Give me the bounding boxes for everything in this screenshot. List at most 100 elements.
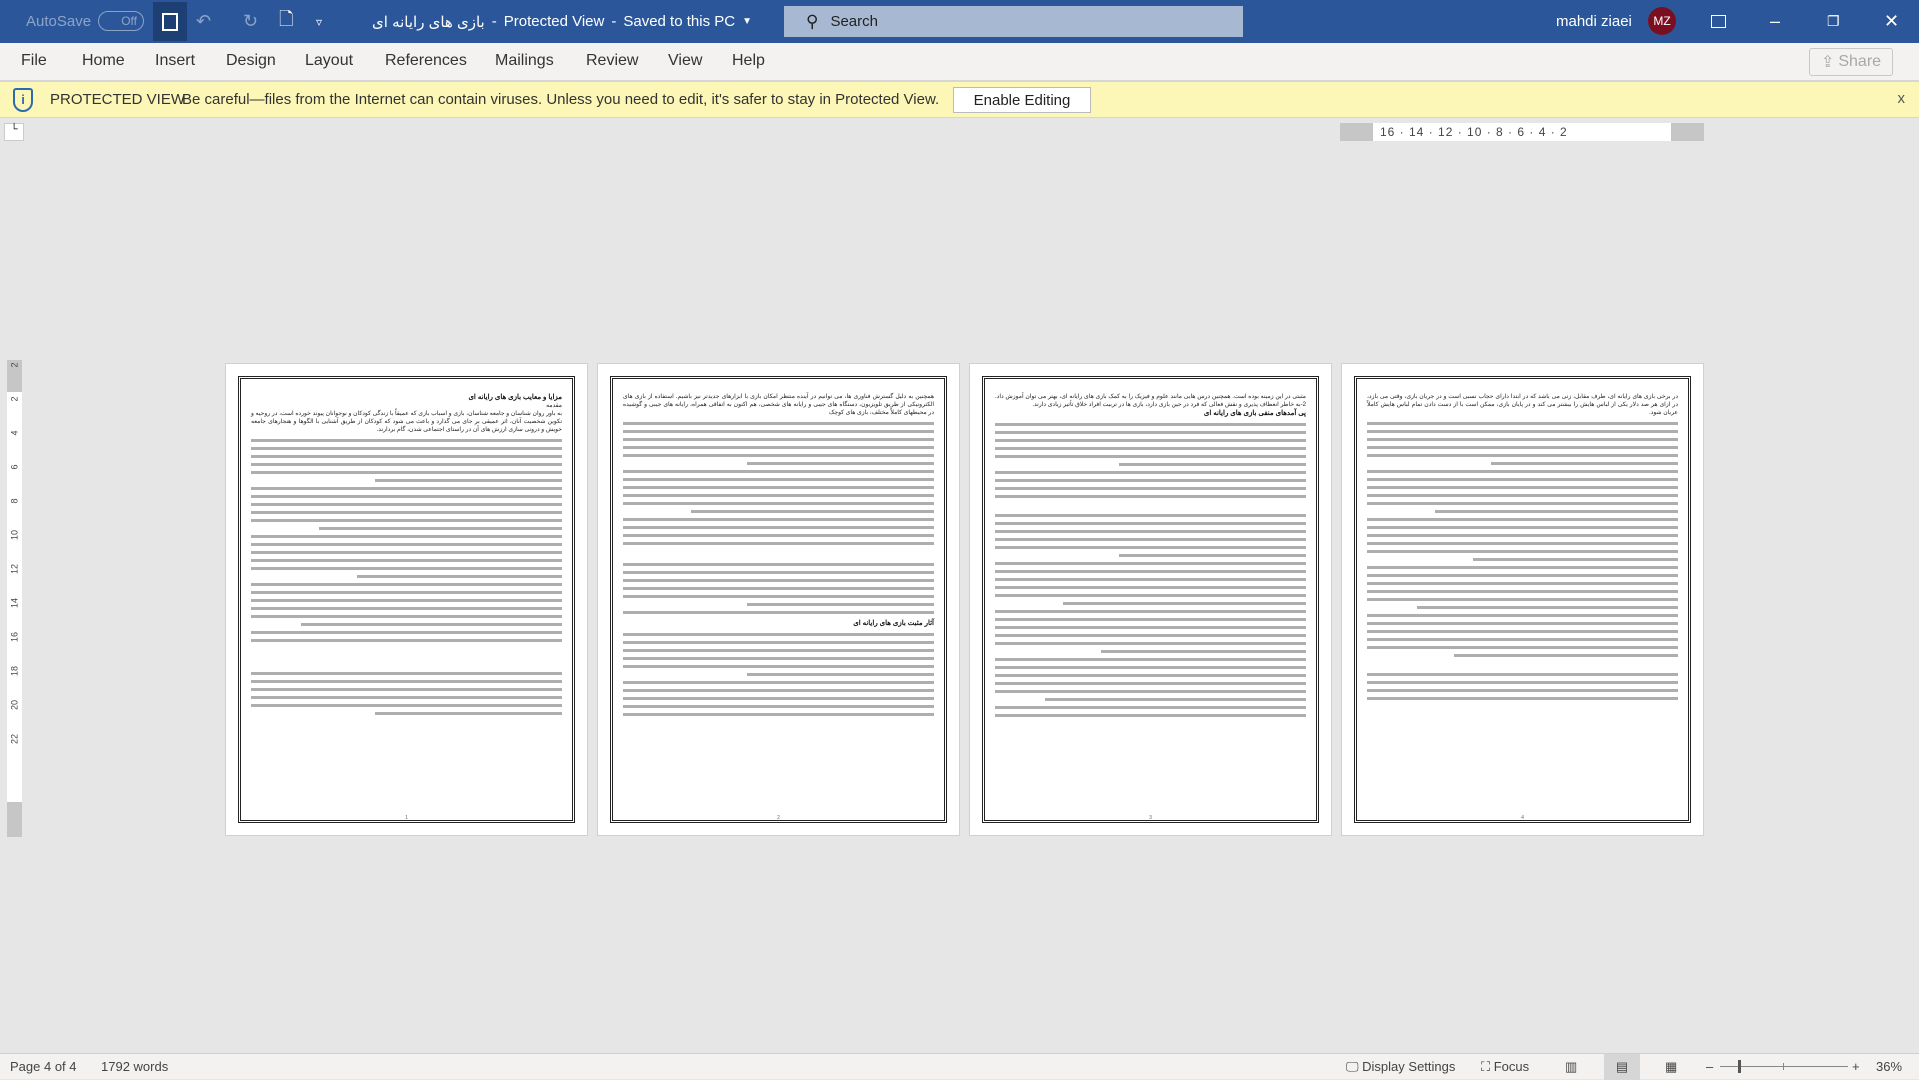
text-line <box>251 615 562 618</box>
display-settings-button[interactable]: 🖵 Display Settings <box>1346 1059 1455 1075</box>
close-icon: ✕ <box>1884 11 1900 31</box>
text-line <box>1367 638 1678 641</box>
minimize-button[interactable]: – <box>1770 0 1780 43</box>
text-line <box>1367 446 1678 449</box>
minimize-icon: – <box>1770 11 1781 31</box>
text-line <box>623 665 934 668</box>
text-line <box>623 470 934 473</box>
text-line <box>1367 622 1678 625</box>
text-line <box>1367 542 1678 545</box>
text-line <box>251 591 562 594</box>
text-line <box>1435 510 1678 513</box>
print-layout-button[interactable]: ▤ <box>1604 1054 1640 1080</box>
protected-view-message: Be careful—files from the Internet can c… <box>182 91 940 108</box>
ribbon-tabs: File Home Insert Design Layout Reference… <box>0 43 1919 82</box>
text-line <box>1367 598 1678 601</box>
page-text: همچنین به دلیل گسترش فناوری ها، می توانی… <box>623 394 934 416</box>
tab-design[interactable]: Design <box>226 52 276 70</box>
mode-label: Protected View <box>503 13 605 30</box>
undo-icon: ↶ <box>196 11 212 31</box>
text-line <box>1119 554 1306 557</box>
zoom-slider-thumb[interactable] <box>1738 1060 1742 1073</box>
status-bar: Page 4 of 4 1792 words 🖵 Display Setting… <box>0 1053 1919 1080</box>
text-line <box>319 527 562 530</box>
page-number: 1 <box>405 815 408 821</box>
text-line <box>251 543 562 546</box>
ruler-number: 20 <box>9 700 20 711</box>
tab-insert[interactable]: Insert <box>155 52 195 70</box>
display-settings-icon: 🖵 <box>1346 1059 1363 1074</box>
zoom-out-button[interactable]: – <box>1706 1059 1713 1074</box>
read-mode-button[interactable]: ▥ <box>1565 1059 1577 1075</box>
text-line <box>1367 518 1678 521</box>
text-line <box>623 641 934 644</box>
close-button[interactable]: ✕ <box>1884 0 1899 43</box>
text-line <box>995 423 1306 426</box>
user-name[interactable]: mahdi ziaei <box>1556 0 1632 43</box>
save-status: Saved to this PC <box>623 13 736 30</box>
text-line <box>623 681 934 684</box>
text-line <box>623 438 934 441</box>
page-2[interactable]: همچنین به دلیل گسترش فناوری ها، می توانی… <box>597 363 960 836</box>
text-line <box>251 551 562 554</box>
zoom-slider[interactable] <box>1720 1060 1848 1073</box>
text-line <box>375 479 562 482</box>
tab-home[interactable]: Home <box>82 52 125 70</box>
text-line <box>995 586 1306 589</box>
tab-references[interactable]: References <box>385 52 467 70</box>
undo-button[interactable]: ↶ <box>196 0 211 43</box>
text-line <box>995 666 1306 669</box>
text-line <box>1367 646 1678 649</box>
text-line <box>995 546 1306 549</box>
vertical-ruler[interactable]: 2 2 4 6 8 10 12 14 16 18 20 22 <box>7 360 22 837</box>
tab-file[interactable]: File <box>21 52 47 70</box>
chevron-down-icon: ▿ <box>316 14 323 29</box>
enable-editing-button[interactable]: Enable Editing <box>953 87 1091 113</box>
text-line <box>251 567 562 570</box>
text-line <box>1367 630 1678 633</box>
text-line <box>251 672 562 675</box>
redo-button[interactable]: ↻ <box>243 0 258 43</box>
text-line <box>995 538 1306 541</box>
tab-layout[interactable]: Layout <box>305 52 353 70</box>
zoom-in-button[interactable]: + <box>1852 1059 1860 1074</box>
share-button[interactable]: ⇪ Share <box>1809 48 1893 76</box>
tab-mailings[interactable]: Mailings <box>495 52 554 70</box>
restore-button[interactable]: ❐ <box>1827 0 1840 43</box>
page-3[interactable]: مثبتی در این زمینه بوده است. همچنین درس … <box>969 363 1332 836</box>
customize-toolbar-button[interactable]: ▿ <box>316 0 322 43</box>
text-line <box>623 649 934 652</box>
text-line <box>1063 602 1306 605</box>
page-count[interactable]: Page 4 of 4 <box>10 1059 77 1074</box>
tab-view[interactable]: View <box>668 52 702 70</box>
focus-button[interactable]: ⛶ Focus <box>1481 1059 1529 1075</box>
document-title[interactable]: بازی های رایانه ای - Protected View - Sa… <box>372 0 752 43</box>
text-line <box>623 563 934 566</box>
zoom-level[interactable]: 36% <box>1876 1059 1902 1074</box>
search-box[interactable]: ⚲ Search <box>784 6 1243 37</box>
tab-selector[interactable]: └ <box>4 123 24 141</box>
page-4[interactable]: در برخی بازی های رایانه ای، طرف مقابل، ز… <box>1341 363 1704 836</box>
close-bar-button[interactable]: x <box>1898 90 1906 107</box>
ribbon-display-button[interactable] <box>1711 0 1726 43</box>
text-line <box>747 603 934 606</box>
ruler-number: 16 <box>9 632 20 643</box>
tab-help[interactable]: Help <box>732 52 765 70</box>
text-line <box>1367 582 1678 585</box>
web-icon: ▦ <box>1665 1059 1678 1074</box>
word-count[interactable]: 1792 words <box>101 1059 168 1074</box>
tab-review[interactable]: Review <box>586 52 638 70</box>
text-line <box>995 690 1306 693</box>
page-1[interactable]: مزایا و معایب بازی های رایانه ای مقدمه ب… <box>225 363 588 836</box>
autosave-toggle[interactable]: Off <box>98 11 144 31</box>
avatar[interactable]: MZ <box>1648 7 1676 35</box>
text-line <box>251 439 562 442</box>
ruler-number: 10 <box>9 530 20 541</box>
horizontal-ruler[interactable]: 16 · 14 · 12 · 10 · 8 · 6 · 4 · 2 <box>1340 123 1704 141</box>
save-button[interactable] <box>153 2 187 41</box>
web-layout-button[interactable]: ▦ <box>1665 1059 1677 1075</box>
page-icon: ▤ <box>1615 1059 1629 1074</box>
new-document-button[interactable]: 🗋 <box>279 0 293 43</box>
page-text: در برخی بازی های رایانه ای، طرف مقابل، ز… <box>1367 394 1678 416</box>
text-line <box>1100 650 1306 653</box>
